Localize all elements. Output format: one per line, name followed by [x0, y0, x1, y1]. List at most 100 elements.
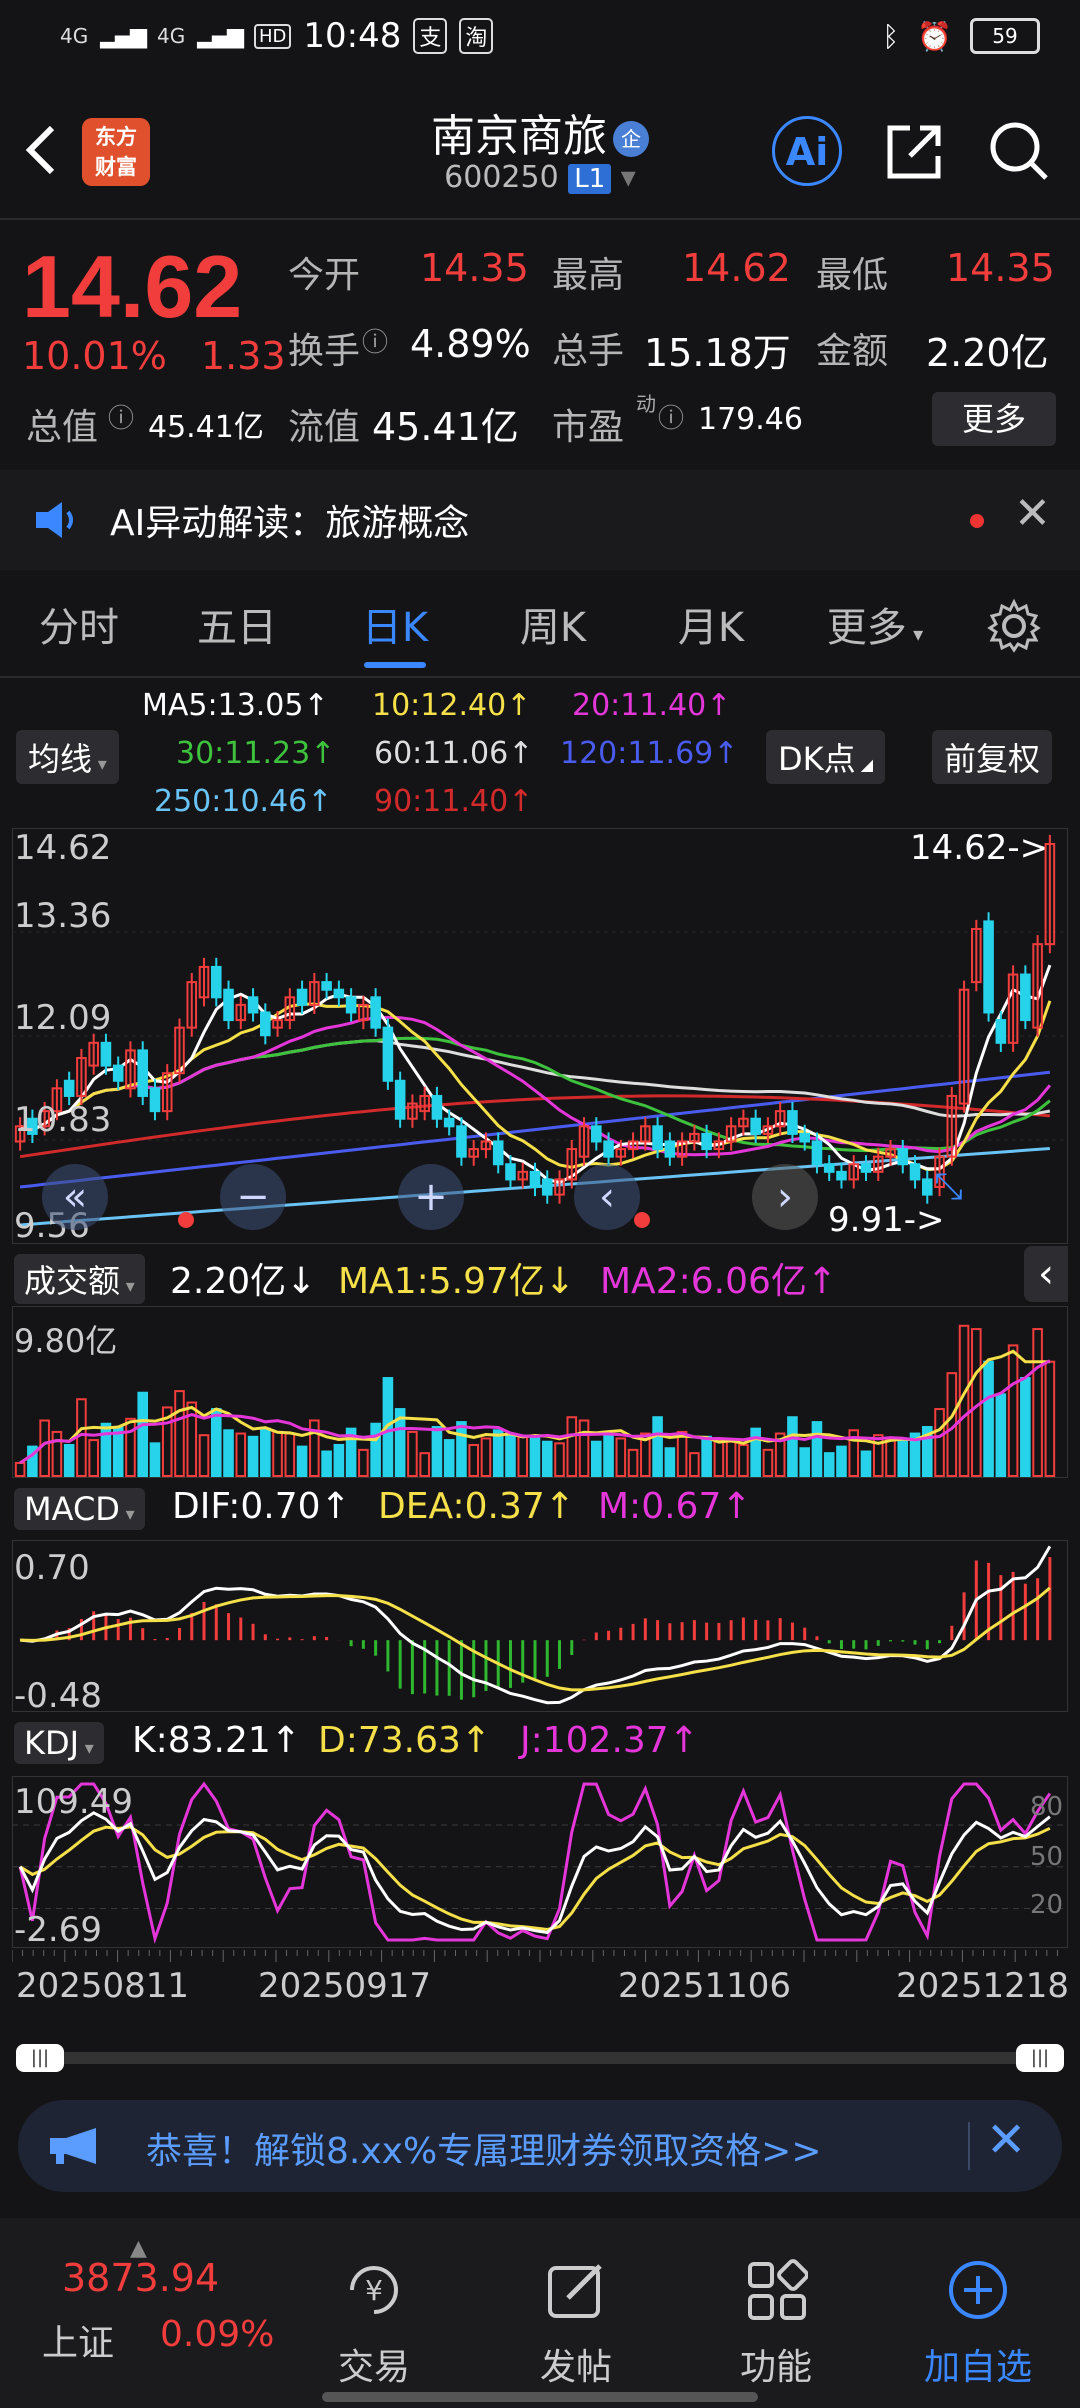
- volume-bar: [1007, 1344, 1019, 1477]
- candle: [333, 988, 345, 999]
- date-ticks: [12, 1950, 1058, 1962]
- ma-select-label: 均线: [28, 740, 93, 778]
- divider: [0, 218, 1080, 220]
- dk-label: DK点: [778, 740, 856, 778]
- pan-right-button[interactable]: ›: [752, 1164, 818, 1230]
- volume-bar: [750, 1427, 761, 1477]
- pe-sup: 动: [636, 392, 656, 416]
- turnover-label: 换手: [288, 331, 361, 372]
- dk-marker[interactable]: [634, 1212, 650, 1228]
- zoom-out-button[interactable]: −: [220, 1164, 286, 1230]
- tab-3[interactable]: 周K: [474, 580, 632, 676]
- min-price-label: 9.91->: [828, 1200, 945, 1240]
- tab-2[interactable]: 日K: [316, 580, 474, 676]
- volume-indicator-button[interactable]: 成交额 ▾: [14, 1254, 145, 1304]
- range-scrollbar-track[interactable]: [20, 2052, 1060, 2064]
- range-handle-right[interactable]: |||: [1016, 2044, 1064, 2072]
- speaker-icon: [36, 502, 73, 538]
- search-icon[interactable]: [988, 120, 1050, 182]
- candle: [100, 1041, 112, 1067]
- volume-bar: [762, 1448, 774, 1477]
- signal-icon: ▂▄▆: [197, 23, 244, 49]
- ma-select-button[interactable]: 均线 ▾: [16, 730, 119, 784]
- battery-icon: 59: [970, 18, 1040, 54]
- volume-bar: [247, 1435, 259, 1478]
- change-row: 10.01% 1.33: [22, 334, 286, 378]
- macd-chart[interactable]: [12, 1540, 1068, 1712]
- close-icon[interactable]: ✕: [986, 2112, 1026, 2168]
- range-handle-left[interactable]: |||: [16, 2044, 64, 2072]
- macd-m: M:0.67↑: [598, 1486, 752, 1527]
- dk-marker[interactable]: [178, 1212, 194, 1228]
- volume-bar: [738, 1443, 749, 1478]
- promo-banner[interactable]: 恭喜！解锁8.xx%专属理财券领取资格>> ✕: [18, 2100, 1062, 2192]
- volume-bar: [260, 1427, 271, 1477]
- more-button[interactable]: 更多: [932, 392, 1056, 446]
- volume-bar: [897, 1439, 909, 1477]
- info-icon[interactable]: ⓘ: [108, 398, 134, 435]
- tab-1[interactable]: 五日: [158, 580, 316, 676]
- nav-add-watchlist[interactable]: 加自选: [878, 2258, 1078, 2390]
- date-label: 20250917: [258, 1966, 432, 2006]
- pan-left-button[interactable]: ‹: [574, 1164, 640, 1230]
- index-value[interactable]: 3873.94: [62, 2256, 219, 2300]
- candle: [603, 1140, 614, 1158]
- kdj-chart[interactable]: [12, 1776, 1068, 1948]
- candle: [505, 1163, 516, 1181]
- change-percent: 10.01%: [22, 334, 167, 378]
- share-icon[interactable]: [886, 122, 944, 180]
- volume-bar: [725, 1440, 737, 1477]
- collapse-panel-button[interactable]: ‹: [1024, 1246, 1068, 1302]
- candle: [799, 1132, 810, 1143]
- tab-5[interactable]: 更多 ▾: [790, 580, 960, 676]
- macd-dea: DEA:0.37↑: [378, 1486, 575, 1527]
- info-icon[interactable]: ⓘ: [362, 322, 388, 359]
- fullscreen-icon[interactable]: ⤡: [934, 1166, 963, 1208]
- ai-insight-bar[interactable]: AI异动解读：旅游概念 ✕: [0, 470, 1080, 570]
- volume-bar: [235, 1432, 247, 1477]
- tab-4[interactable]: 月K: [632, 580, 790, 676]
- volume-value: 2.20亿↓: [170, 1261, 317, 1302]
- close-icon[interactable]: ✕: [1014, 488, 1051, 539]
- nav-functions[interactable]: 功能: [676, 2258, 876, 2390]
- volume-chart[interactable]: [12, 1306, 1068, 1478]
- forward-adjust-button[interactable]: 前复权: [932, 730, 1053, 784]
- tab-0[interactable]: 分时: [0, 580, 158, 676]
- network-indicator-2: 4G: [157, 24, 186, 48]
- volume-bar: [799, 1447, 810, 1478]
- gear-icon[interactable]: [986, 598, 1042, 654]
- kdj-indicator-button[interactable]: KDJ ▾: [14, 1722, 104, 1764]
- candle: [750, 1117, 761, 1135]
- low-value: 14.35: [946, 246, 1055, 290]
- nav-post[interactable]: 发帖: [476, 2258, 676, 2390]
- index-name[interactable]: 上证: [42, 2314, 114, 2366]
- ai-button[interactable]: Ai: [772, 116, 842, 186]
- volume-bar: [296, 1445, 308, 1477]
- stock-code: 600250: [444, 160, 559, 195]
- ma20-legend: 20:11.40↑: [572, 688, 732, 723]
- status-right: ᛒ ⏰ 59: [882, 18, 1040, 54]
- volume-bar: [333, 1443, 345, 1478]
- nav-trade[interactable]: ¥ 交易: [274, 2258, 474, 2390]
- kline-chart[interactable]: [12, 828, 1068, 1244]
- ma120-legend: 120:11.69↑: [560, 736, 739, 771]
- macd-axis-top: 0.70: [14, 1548, 90, 1588]
- divider: [968, 2122, 970, 2170]
- divider: [0, 676, 1080, 678]
- volume-bar: [137, 1391, 149, 1477]
- volume-bar: [14, 1461, 26, 1478]
- zoom-in-button[interactable]: +: [398, 1164, 464, 1230]
- candle: [431, 1094, 443, 1120]
- volume-bar: [885, 1437, 896, 1477]
- info-icon[interactable]: ⓘ: [658, 398, 684, 435]
- index-change[interactable]: 0.09%: [160, 2314, 274, 2355]
- dk-point-button[interactable]: DK点 ◢: [766, 730, 886, 784]
- ma250-legend: 250:10.46↑: [154, 784, 333, 819]
- candle: [112, 1064, 124, 1082]
- macd-indicator-button[interactable]: MACD ▾: [14, 1488, 145, 1530]
- volume-bar: [983, 1360, 994, 1477]
- ma90-legend: 90:11.40↑: [374, 784, 534, 819]
- y-axis-label: 14.62: [14, 828, 112, 868]
- volume-bar: [836, 1445, 847, 1477]
- zoom-out-far-button[interactable]: «: [42, 1164, 108, 1230]
